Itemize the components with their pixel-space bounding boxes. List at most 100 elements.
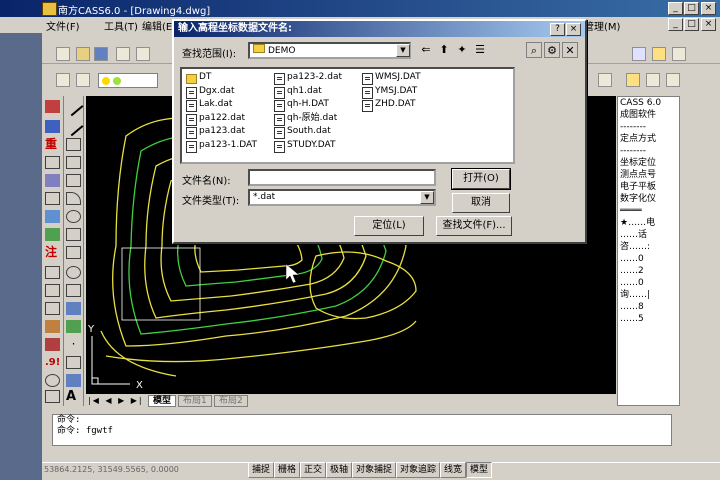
- preview-icon[interactable]: [136, 47, 150, 61]
- panel-item[interactable]: 定点方式: [618, 133, 679, 145]
- new-file-icon[interactable]: [56, 47, 70, 61]
- panel-item[interactable]: ……8: [618, 301, 679, 313]
- ortho-toggle[interactable]: 正交: [300, 462, 327, 478]
- file-item[interactable]: pa122.dat: [186, 112, 245, 126]
- file-item[interactable]: qh-H.DAT: [274, 98, 329, 113]
- filetype-dropdown-arrow[interactable]: ▼: [420, 191, 434, 204]
- tool-icon-12[interactable]: [45, 338, 60, 351]
- file-item[interactable]: STUDY.DAT: [274, 139, 336, 153]
- ellipse-icon[interactable]: [66, 266, 81, 279]
- tool-icon-5[interactable]: [45, 192, 60, 205]
- file-list[interactable]: DT Dgx.dat Lak.dat pa122.dat pa123.dat pa123-…: [180, 67, 515, 164]
- tab-scroll-arrows[interactable]: |◀ ◀ ▶ ▶|: [88, 396, 144, 405]
- tab-layout2[interactable]: 布局2: [214, 395, 248, 407]
- file-item[interactable]: pa123-1.DAT: [186, 139, 257, 153]
- close-button[interactable]: ×: [701, 2, 716, 15]
- tools-icon[interactable]: ⚙: [544, 42, 560, 58]
- menu-edit[interactable]: 编辑(E): [142, 18, 176, 33]
- tool-icon-8[interactable]: [45, 266, 60, 279]
- help-icon[interactable]: [672, 47, 686, 61]
- rotate-icon[interactable]: [666, 73, 680, 87]
- folder-item[interactable]: DT: [186, 71, 211, 84]
- match-prop-icon[interactable]: [598, 73, 612, 87]
- find-file-button[interactable]: 查找文件(F)...: [436, 216, 512, 236]
- panel-item[interactable]: 询……|: [618, 289, 679, 301]
- file-item[interactable]: ZHD.DAT: [362, 98, 415, 113]
- polygon-icon[interactable]: [66, 156, 81, 169]
- arc-icon[interactable]: [66, 192, 81, 205]
- panel-item[interactable]: 测点点号: [618, 169, 679, 181]
- file-item[interactable]: pa123.dat: [186, 125, 245, 140]
- pencil-icon[interactable]: [626, 73, 640, 87]
- xline-icon[interactable]: [63, 116, 84, 137]
- new-folder-icon[interactable]: ✦: [454, 42, 470, 58]
- tool-icon-10[interactable]: [45, 302, 60, 315]
- circle-icon[interactable]: [66, 210, 81, 223]
- file-item[interactable]: YMSJ.DAT: [362, 85, 417, 99]
- file-item[interactable]: qh-原始.dat: [274, 112, 337, 126]
- panel-item[interactable]: 坐标定位: [618, 157, 679, 169]
- file-item[interactable]: Dgx.dat: [186, 85, 235, 99]
- panel-item[interactable]: 数字化仪: [618, 193, 679, 205]
- panel-item[interactable]: ……0: [618, 277, 679, 289]
- file-item[interactable]: South.dat: [274, 125, 331, 140]
- ellipse-arc-icon[interactable]: [66, 284, 81, 297]
- locate-button[interactable]: 定位(L): [354, 216, 424, 236]
- save-icon[interactable]: [94, 47, 108, 61]
- move-icon[interactable]: [646, 73, 660, 87]
- views-icon[interactable]: ☰: [472, 42, 488, 58]
- panel-item[interactable]: ……话: [618, 229, 679, 241]
- tool-icon-11[interactable]: [45, 320, 60, 333]
- open-file-icon[interactable]: [76, 47, 90, 61]
- hatch-icon[interactable]: [66, 356, 81, 369]
- tool-icon-heavy[interactable]: 重: [45, 138, 60, 151]
- panel-item[interactable]: ★……电: [618, 217, 679, 229]
- rectangle-icon[interactable]: [66, 174, 81, 187]
- osnap-toggle[interactable]: 对象捕捉: [352, 462, 397, 478]
- filename-input[interactable]: [248, 169, 436, 186]
- tool-icon-13[interactable]: [45, 374, 60, 387]
- file-item[interactable]: pa123-2.dat: [274, 71, 342, 85]
- doc-minimize-button[interactable]: _: [668, 18, 683, 31]
- open-button[interactable]: 打开(O): [451, 168, 511, 190]
- grid-toggle[interactable]: 栅格: [274, 462, 301, 478]
- panel-item[interactable]: --------: [618, 145, 679, 157]
- command-window[interactable]: 命令: 命令: fgwtf: [52, 414, 672, 446]
- menu-manage[interactable]: 管理(M): [584, 18, 620, 33]
- otrack-toggle[interactable]: 对象追踪: [396, 462, 441, 478]
- doc-restore-button[interactable]: □: [684, 18, 699, 31]
- panel-item[interactable]: CASS 6.0: [618, 97, 679, 109]
- line-icon[interactable]: [63, 96, 84, 117]
- tool-icon-6[interactable]: [45, 210, 60, 223]
- tool-icon-2[interactable]: [45, 120, 60, 133]
- panel-item[interactable]: 电子平板: [618, 181, 679, 193]
- panel-item[interactable]: ……2: [618, 265, 679, 277]
- tab-model[interactable]: 模型: [148, 395, 177, 407]
- make-block-icon[interactable]: [66, 320, 81, 333]
- menu-file[interactable]: 文件(F): [46, 18, 80, 33]
- tool-icon-7[interactable]: [45, 228, 60, 241]
- panel-item[interactable]: ……0: [618, 253, 679, 265]
- polyline-icon[interactable]: [66, 138, 81, 151]
- polar-toggle[interactable]: 极轴: [326, 462, 353, 478]
- properties-icon[interactable]: [632, 47, 646, 61]
- dialog-help-button[interactable]: ?: [550, 23, 565, 36]
- tool-icon-14[interactable]: [45, 390, 60, 403]
- menu-tools[interactable]: 工具(T): [104, 18, 138, 33]
- point-icon[interactable]: ·: [66, 338, 81, 351]
- model-toggle[interactable]: 模型: [466, 462, 493, 478]
- mtext-icon[interactable]: A: [66, 390, 81, 403]
- tool-icon-nine[interactable]: .9!: [45, 356, 60, 369]
- tool-icon-note[interactable]: 注: [45, 246, 60, 259]
- tool-icon-1[interactable]: [45, 100, 60, 113]
- layer-state-icon[interactable]: [76, 73, 90, 87]
- tool-icon-9[interactable]: [45, 284, 60, 297]
- maximize-button[interactable]: □: [684, 2, 699, 15]
- cancel-button[interactable]: 取消: [452, 193, 510, 213]
- search-icon[interactable]: ⌕: [526, 42, 542, 58]
- file-item[interactable]: WMSJ.DAT: [362, 71, 421, 85]
- tab-layout1[interactable]: 布局1: [178, 395, 212, 407]
- up-folder-icon[interactable]: ⬆: [436, 42, 452, 58]
- region-icon[interactable]: [66, 374, 81, 387]
- file-item[interactable]: qh1.dat: [274, 85, 322, 99]
